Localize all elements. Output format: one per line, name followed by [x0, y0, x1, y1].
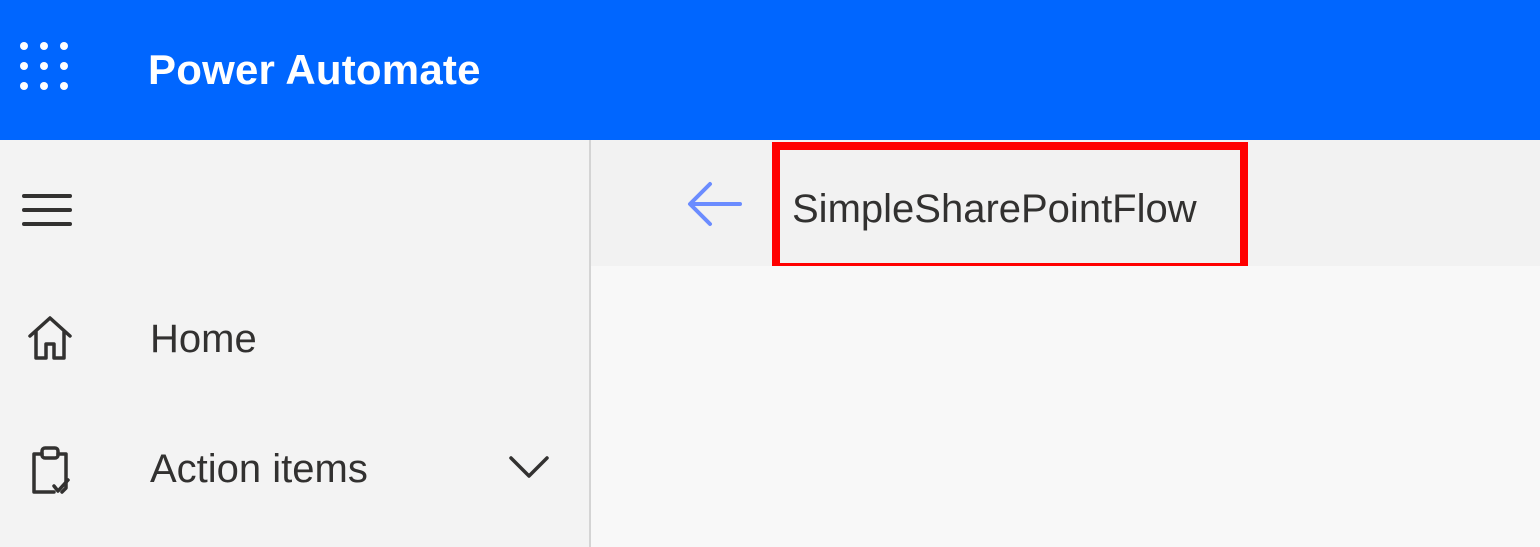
- sidebar-item-label: Action items: [150, 447, 368, 491]
- sidebar-item-home[interactable]: Home: [0, 290, 589, 390]
- main-content-area: [591, 266, 1540, 547]
- home-icon: [28, 316, 72, 360]
- back-arrow-icon[interactable]: [682, 176, 746, 232]
- flow-name-title: SimpleSharePointFlow: [792, 187, 1197, 231]
- app-launcher-icon[interactable]: [16, 34, 76, 94]
- sidebar-item-label: Home: [150, 317, 257, 361]
- app-title[interactable]: Power Automate: [148, 42, 481, 98]
- top-app-bar: Power Automate: [0, 0, 1540, 140]
- hamburger-menu-icon[interactable]: [18, 188, 76, 232]
- sidebar-item-action-items[interactable]: Action items: [0, 420, 589, 520]
- clipboard-icon: [32, 446, 70, 494]
- chevron-down-icon[interactable]: [505, 444, 553, 492]
